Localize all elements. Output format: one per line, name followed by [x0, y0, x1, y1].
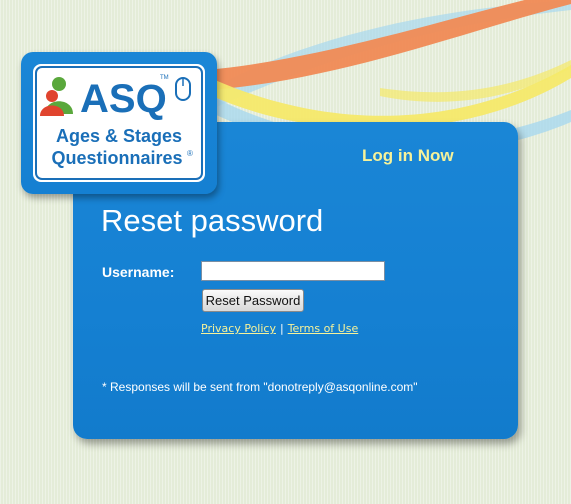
page-title: Reset password: [101, 203, 324, 238]
reset-password-button[interactable]: Reset Password: [202, 289, 304, 312]
responses-footnote: * Responses will be sent from "donotrepl…: [102, 380, 418, 394]
logo-abbreviation: ASQ: [80, 77, 167, 121]
links-separator: |: [279, 322, 284, 335]
logo-line-2: Questionnaires: [51, 148, 182, 168]
login-link[interactable]: Log in Now: [362, 146, 454, 166]
terms-of-use-link[interactable]: Terms of Use: [288, 322, 359, 335]
logo-line-1: Ages & Stages: [56, 126, 182, 146]
computer-mouse-icon: [175, 77, 191, 101]
asq-logo[interactable]: ASQ TM Ages & Stages Questionnaires ®: [33, 64, 205, 182]
logo-tm-mark: TM: [160, 75, 169, 81]
logo-registered-mark: ®: [187, 149, 193, 158]
children-figures-icon: [40, 77, 73, 116]
footer-links: Privacy Policy | Terms of Use: [201, 322, 358, 335]
username-input[interactable]: [201, 261, 385, 281]
privacy-policy-link[interactable]: Privacy Policy: [201, 322, 276, 335]
username-label: Username:: [102, 264, 175, 280]
